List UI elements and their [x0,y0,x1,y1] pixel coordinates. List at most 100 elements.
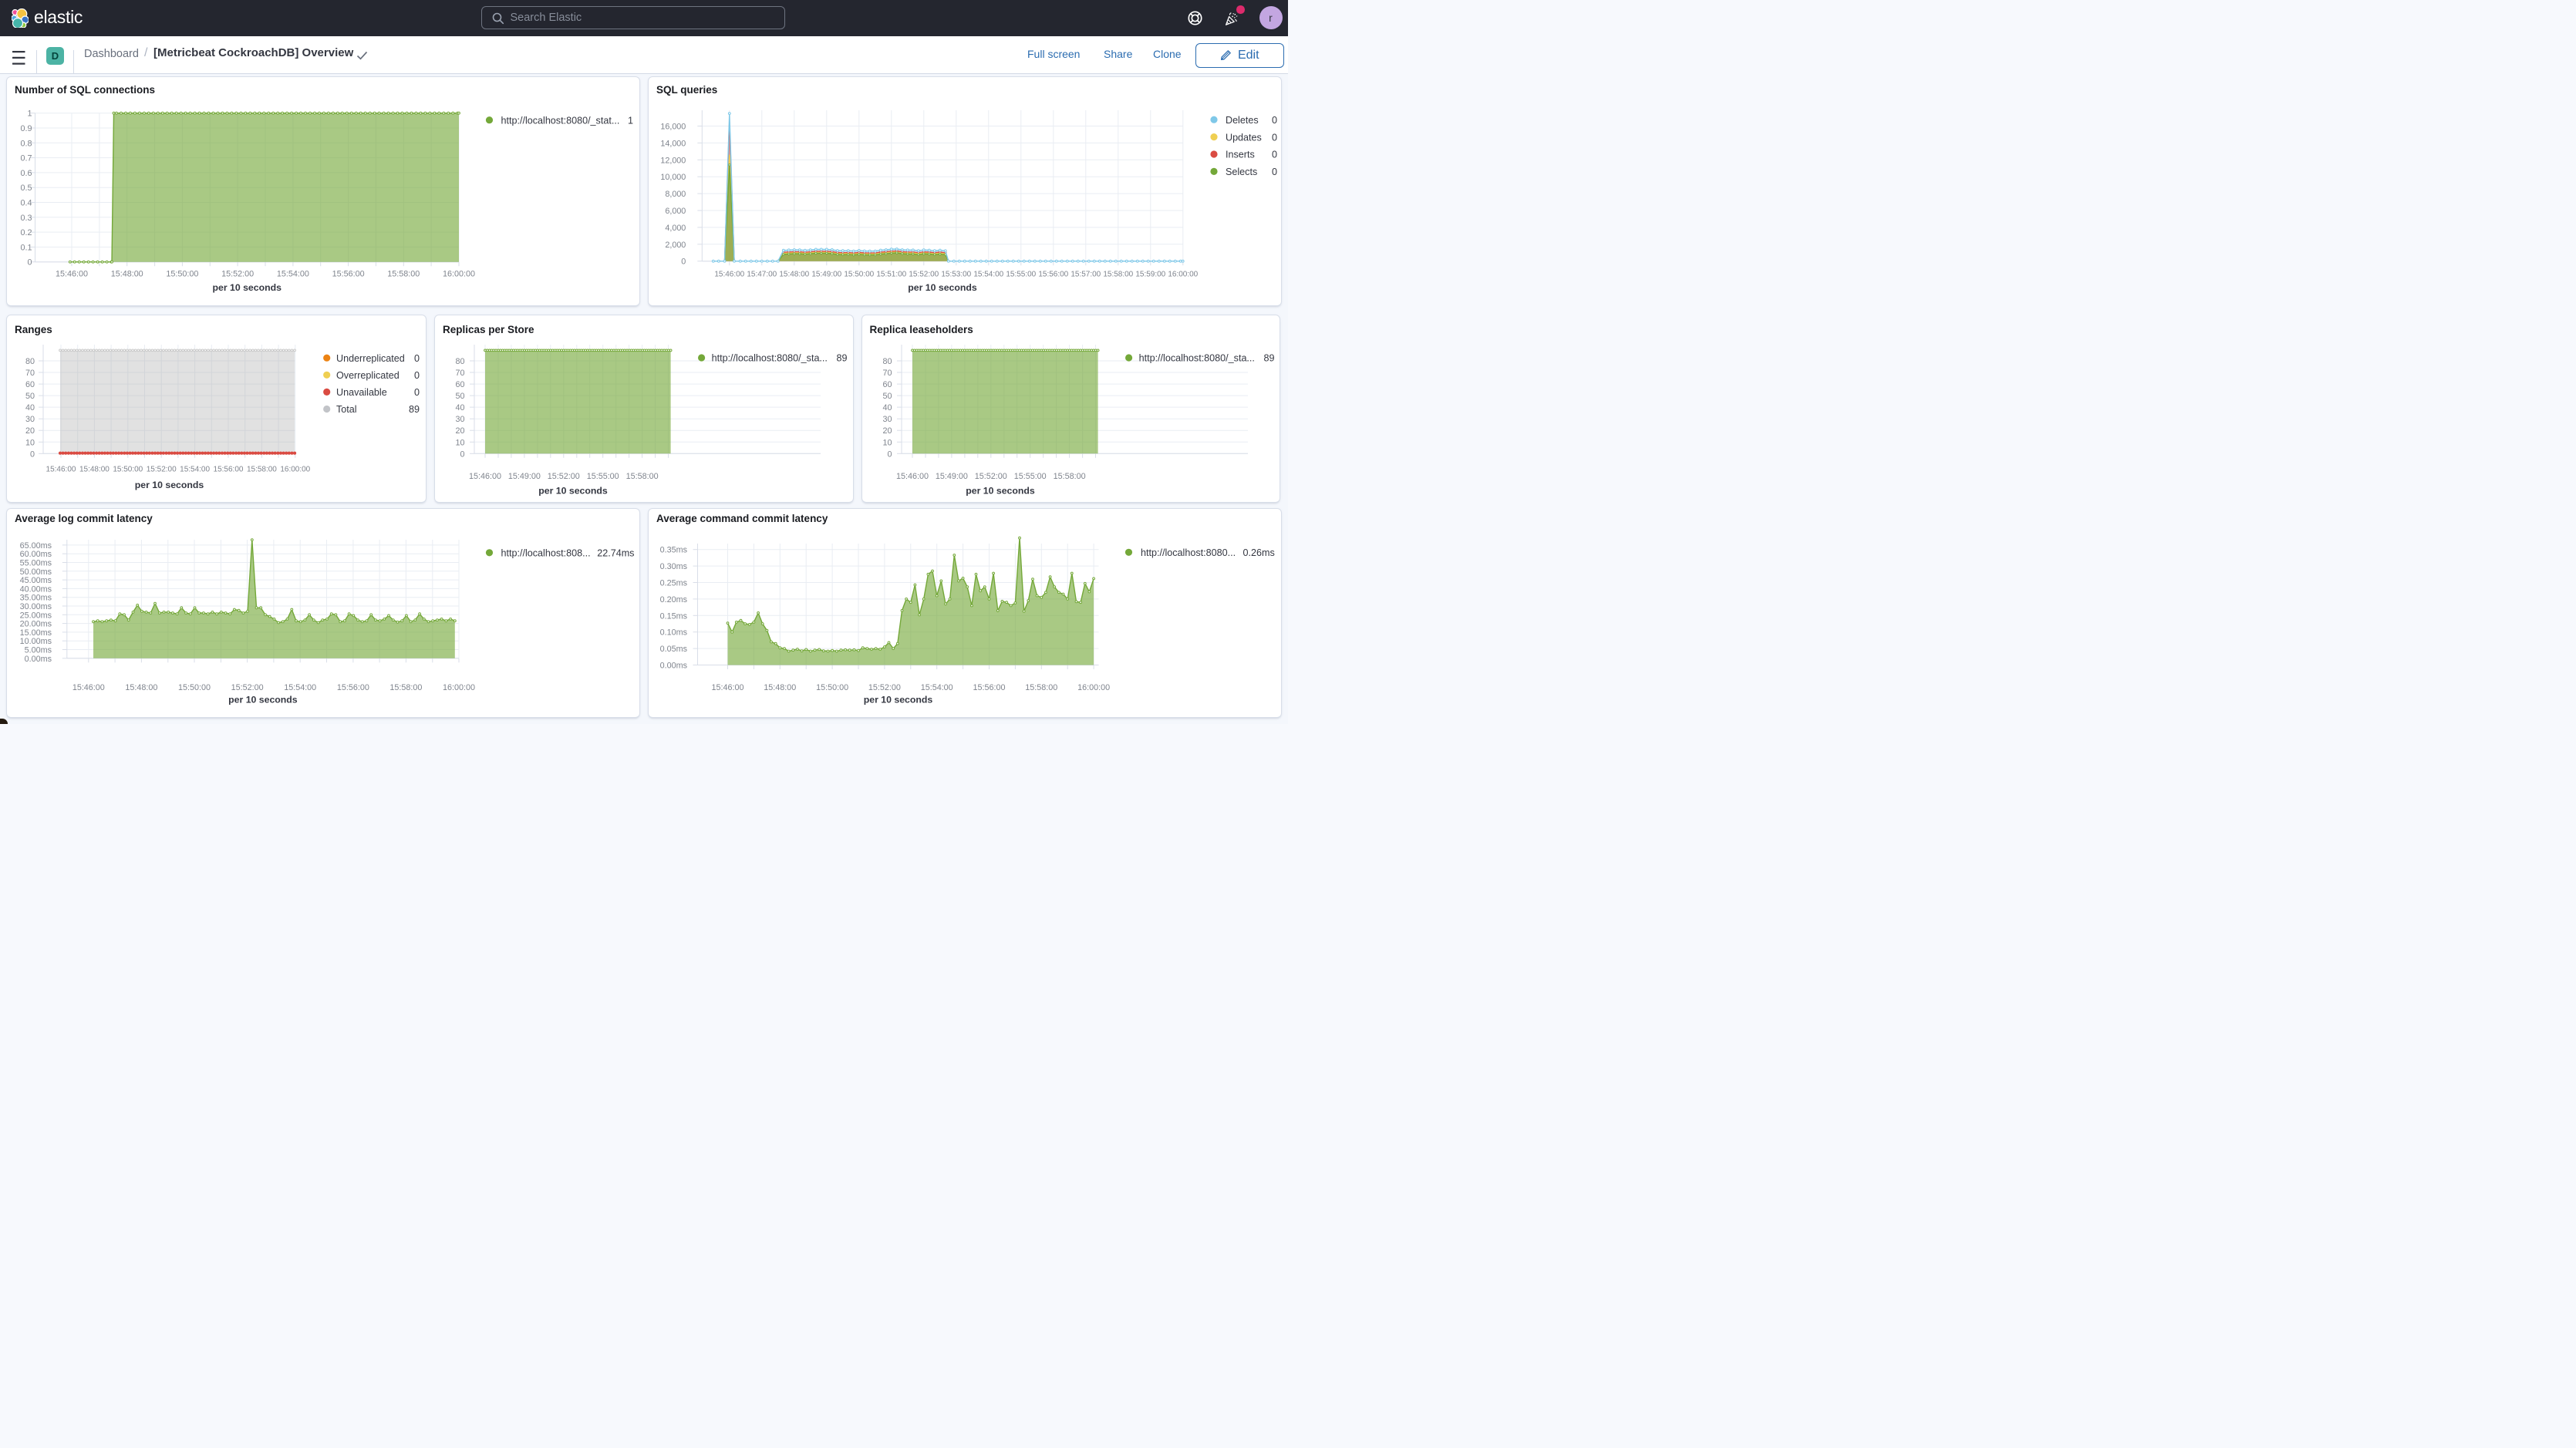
svg-text:10: 10 [456,438,465,447]
svg-text:40.00ms: 40.00ms [20,585,52,594]
svg-text:89: 89 [1263,353,1274,364]
svg-text:35.00ms: 35.00ms [20,594,52,603]
svg-text:0.4: 0.4 [21,199,32,208]
svg-text:15:46:00: 15:46:00 [712,683,744,692]
svg-text:16:00:00: 16:00:00 [1168,271,1198,279]
svg-text:15:54:00: 15:54:00 [921,683,953,692]
svg-text:80: 80 [25,357,35,366]
svg-text:0: 0 [414,353,420,364]
svg-text:12,000: 12,000 [660,157,686,166]
svg-text:0.35ms: 0.35ms [660,546,687,555]
svg-text:0: 0 [414,387,420,398]
svg-text:0: 0 [1272,167,1277,177]
svg-text:1: 1 [28,109,32,119]
svg-text:15:56:00: 15:56:00 [973,683,1006,692]
svg-text:0.10ms: 0.10ms [660,628,687,638]
svg-text:40: 40 [456,403,465,413]
svg-text:20: 20 [25,426,35,436]
svg-text:15:46:00: 15:46:00 [469,472,501,481]
svg-text:per 10 seconds: per 10 seconds [135,480,204,490]
svg-text:70: 70 [882,369,892,378]
svg-text:10: 10 [882,438,892,447]
svg-text:per 10 seconds: per 10 seconds [212,282,282,293]
svg-text:0: 0 [460,450,465,459]
svg-text:15:52:00: 15:52:00 [909,271,939,279]
svg-text:20: 20 [456,426,465,436]
svg-text:15:48:00: 15:48:00 [764,683,796,692]
svg-text:22.74ms: 22.74ms [597,548,634,559]
svg-text:80: 80 [456,357,465,366]
svg-text:0.25ms: 0.25ms [660,579,687,588]
svg-text:Overreplicated: Overreplicated [336,370,400,381]
svg-text:50.00ms: 50.00ms [20,567,52,577]
svg-text:15:52:00: 15:52:00 [548,472,580,481]
svg-text:15:50:00: 15:50:00 [178,683,211,692]
svg-text:http://localhost:808...: http://localhost:808... [501,548,590,559]
svg-text:0.26ms: 0.26ms [1243,547,1275,558]
svg-text:0.05ms: 0.05ms [660,645,687,654]
svg-text:6,000: 6,000 [665,207,686,216]
svg-text:10.00ms: 10.00ms [20,637,52,646]
svg-text:15:46:00: 15:46:00 [72,683,105,692]
svg-text:0.30ms: 0.30ms [660,562,687,571]
svg-text:0: 0 [681,258,686,267]
svg-text:20.00ms: 20.00ms [20,620,52,629]
svg-text:15:49:00: 15:49:00 [811,271,841,279]
svg-text:60: 60 [882,380,892,389]
svg-text:Deletes: Deletes [1226,115,1259,126]
svg-text:30: 30 [456,415,465,424]
svg-text:0.00ms: 0.00ms [25,655,52,664]
svg-text:http://localhost:8080...: http://localhost:8080... [1141,547,1236,558]
svg-text:http://localhost:8080/_sta...: http://localhost:8080/_sta... [712,353,828,364]
svg-text:15:52:00: 15:52:00 [868,683,901,692]
svg-text:16:00:00: 16:00:00 [1077,683,1110,692]
svg-text:15:59:00: 15:59:00 [1135,271,1165,279]
svg-text:15:57:00: 15:57:00 [1071,271,1101,279]
svg-text:89: 89 [409,404,420,415]
svg-text:15:55:00: 15:55:00 [1013,472,1046,481]
svg-text:50: 50 [882,392,892,401]
svg-text:15:56:00: 15:56:00 [214,465,244,473]
svg-text:15:49:00: 15:49:00 [508,472,541,481]
svg-text:15:52:00: 15:52:00 [221,270,254,279]
svg-text:Unavailable: Unavailable [336,387,387,398]
svg-text:15.00ms: 15.00ms [20,628,52,638]
svg-text:50: 50 [456,392,465,401]
svg-text:15:54:00: 15:54:00 [973,271,1003,279]
svg-text:8,000: 8,000 [665,190,686,199]
svg-text:10: 10 [25,438,35,447]
svg-text:0: 0 [30,450,35,459]
svg-text:25.00ms: 25.00ms [20,611,52,620]
svg-text:15:48:00: 15:48:00 [79,465,110,473]
svg-text:15:54:00: 15:54:00 [180,465,210,473]
svg-text:0.8: 0.8 [21,140,32,149]
svg-text:15:54:00: 15:54:00 [277,270,309,279]
svg-text:15:50:00: 15:50:00 [816,683,848,692]
svg-text:per 10 seconds: per 10 seconds [228,695,298,705]
svg-text:16:00:00: 16:00:00 [443,270,475,279]
svg-text:0: 0 [1272,115,1277,126]
svg-text:16:00:00: 16:00:00 [280,465,310,473]
svg-text:80: 80 [882,357,892,366]
svg-text:15:55:00: 15:55:00 [1006,271,1036,279]
svg-text:15:50:00: 15:50:00 [113,465,143,473]
svg-text:Updates: Updates [1226,133,1262,143]
svg-text:10,000: 10,000 [660,173,686,182]
svg-text:0.9: 0.9 [21,124,32,133]
svg-text:15:58:00: 15:58:00 [247,465,277,473]
svg-text:15:52:00: 15:52:00 [231,683,264,692]
svg-text:55.00ms: 55.00ms [20,559,52,568]
svg-text:70: 70 [456,369,465,378]
svg-text:Selects: Selects [1226,167,1257,177]
svg-text:15:46:00: 15:46:00 [46,465,76,473]
svg-text:15:50:00: 15:50:00 [844,271,874,279]
svg-text:15:46:00: 15:46:00 [714,271,744,279]
svg-text:0.5: 0.5 [21,184,32,193]
svg-text:20: 20 [882,426,892,436]
svg-text:http://localhost:8080/_sta...: http://localhost:8080/_sta... [1138,353,1254,364]
svg-text:0: 0 [1272,150,1277,160]
svg-text:60: 60 [456,380,465,389]
svg-text:0: 0 [1272,133,1277,143]
svg-text:0: 0 [414,370,420,381]
svg-text:0: 0 [887,450,892,459]
